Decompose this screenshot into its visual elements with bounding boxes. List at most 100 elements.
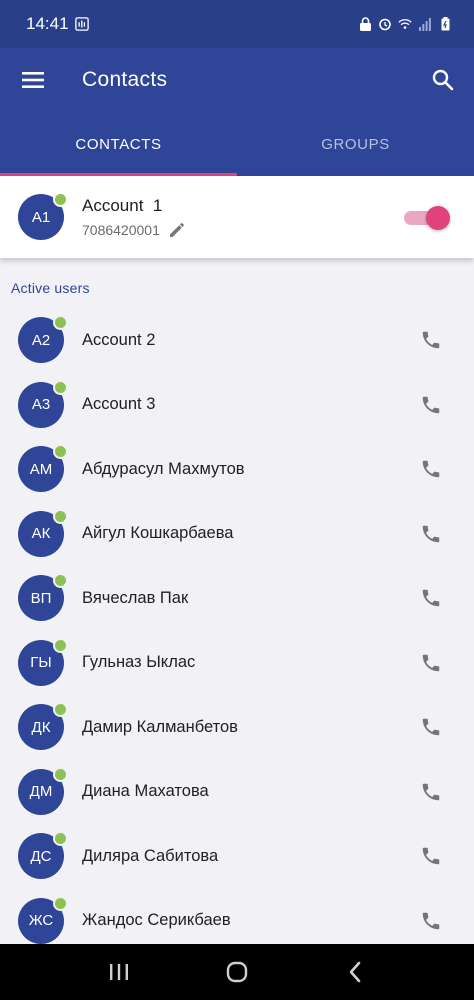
search-button[interactable] [428,65,458,95]
list-item[interactable]: ДМ Диана Махатова [0,760,474,825]
screen: 14:41 Contacts CONTACTS GROUPS A1 Accoun… [0,0,474,1000]
avatar: ВП [18,573,68,622]
contact-name: Гульназ Ыклас [82,653,196,672]
contact-name: Вячеслав Пак [82,588,189,607]
phone-icon [422,848,440,865]
phone-icon [422,396,440,413]
tab-contacts[interactable]: CONTACTS [0,112,237,176]
pencil-icon[interactable] [168,221,186,239]
contact-name: Жандос Серикбаев [82,911,231,930]
contact-name: Абдурасул Махмутов [82,459,245,478]
voice-recorder-icon [74,17,89,31]
avatar-initials: ЖС [28,912,54,930]
online-status-dot [53,508,68,524]
online-status-dot [53,315,68,331]
call-button[interactable] [418,585,444,611]
my-account-card[interactable]: A1 Account 1 7086420001 [0,176,474,258]
status-time: 14:41 [26,14,69,33]
phone-icon [422,719,440,736]
list-item[interactable]: A3 Account 3 [0,373,474,438]
call-button[interactable] [418,392,444,418]
online-status-dot [53,444,68,460]
avatar: ДС [18,831,68,880]
call-button[interactable] [418,456,444,482]
phone-icon [422,525,440,542]
account-name: Account 1 [82,195,163,215]
home-icon [226,961,248,983]
tab-groups[interactable]: GROUPS [237,112,474,176]
status-bar: 14:41 [0,0,474,48]
list-item[interactable]: ДК Дамир Калманбетов [0,695,474,760]
list-item[interactable]: A2 Account 2 [0,308,474,373]
back-button[interactable] [335,952,375,992]
avatar: A2 [18,315,68,364]
contact-name: Account 3 [82,395,156,414]
avatar: АК [18,508,68,557]
avatar-initials: АМ [29,460,53,478]
contacts-list: A2 Account 2 A3 Account 3 АМ Абдурасул М… [0,308,474,953]
online-status-dot [53,766,68,782]
avatar: ДК [18,702,68,751]
online-status-dot [53,379,68,395]
avatar-initials: A3 [31,396,51,414]
system-navigation-bar [0,944,474,1000]
status-right [358,17,452,31]
avatar-initials: ВП [30,589,52,607]
avatar: ГЫ [18,637,68,686]
recent-apps-icon [110,964,128,980]
alarm-icon [378,17,392,31]
menu-button[interactable] [20,67,46,93]
phone-icon [422,912,440,929]
avatar-initials: ДС [30,847,52,865]
section-title-active-users: Active users [11,280,90,296]
call-button[interactable] [418,779,444,805]
home-button[interactable] [217,952,257,992]
call-button[interactable] [418,843,444,869]
status-left: 14:41 [26,14,89,34]
list-item[interactable]: АК Айгул Кошкарбаева [0,502,474,567]
lock-icon [358,17,372,31]
contact-name: Диляра Сабитова [82,846,219,865]
app-bar: Contacts [0,48,474,112]
phone-icon [422,332,440,349]
call-button[interactable] [418,521,444,547]
avatar-initials: ДМ [29,783,53,801]
call-button[interactable] [418,714,444,740]
call-button[interactable] [418,908,444,934]
list-item[interactable]: ГЫ Гульназ Ыклас [0,631,474,696]
list-item[interactable]: АМ Абдурасул Махмутов [0,437,474,502]
avatar: A3 [18,379,68,428]
availability-toggle[interactable] [404,206,450,230]
call-button[interactable] [418,327,444,353]
avatar-initials: ГЫ [30,654,52,672]
battery-icon [438,17,452,31]
list-item[interactable]: ВП Вячеслав Пак [0,566,474,631]
tab-bar: CONTACTS GROUPS [0,112,474,176]
account-phone-row: 7086420001 [82,221,404,239]
account-phone: 7086420001 [82,221,160,238]
online-status-dot [53,831,68,847]
page-title: Contacts [82,68,168,91]
avatar: ЖС [18,895,68,944]
online-status-dot [53,895,68,911]
avatar: A1 [18,192,68,240]
signal-icon [418,17,432,31]
avatar-initials: A1 [31,208,51,226]
search-icon [432,69,454,91]
recent-apps-button[interactable] [99,952,139,992]
avatar-initials: АК [31,525,51,543]
avatar: ДМ [18,766,68,815]
avatar-initials: A2 [31,331,51,349]
phone-icon [422,590,440,607]
online-status-dot [53,192,68,207]
phone-icon [422,654,440,671]
account-info: Account 1 7086420001 [82,196,404,239]
contact-name: Айгул Кошкарбаева [82,524,234,543]
contact-name: Диана Махатова [82,782,209,801]
phone-icon [422,461,440,478]
avatar-initials: ДК [31,718,51,736]
contact-name: Дамир Калманбетов [82,717,238,736]
contact-name: Account 2 [82,330,156,349]
call-button[interactable] [418,650,444,676]
list-item[interactable]: ДС Диляра Сабитова [0,824,474,889]
